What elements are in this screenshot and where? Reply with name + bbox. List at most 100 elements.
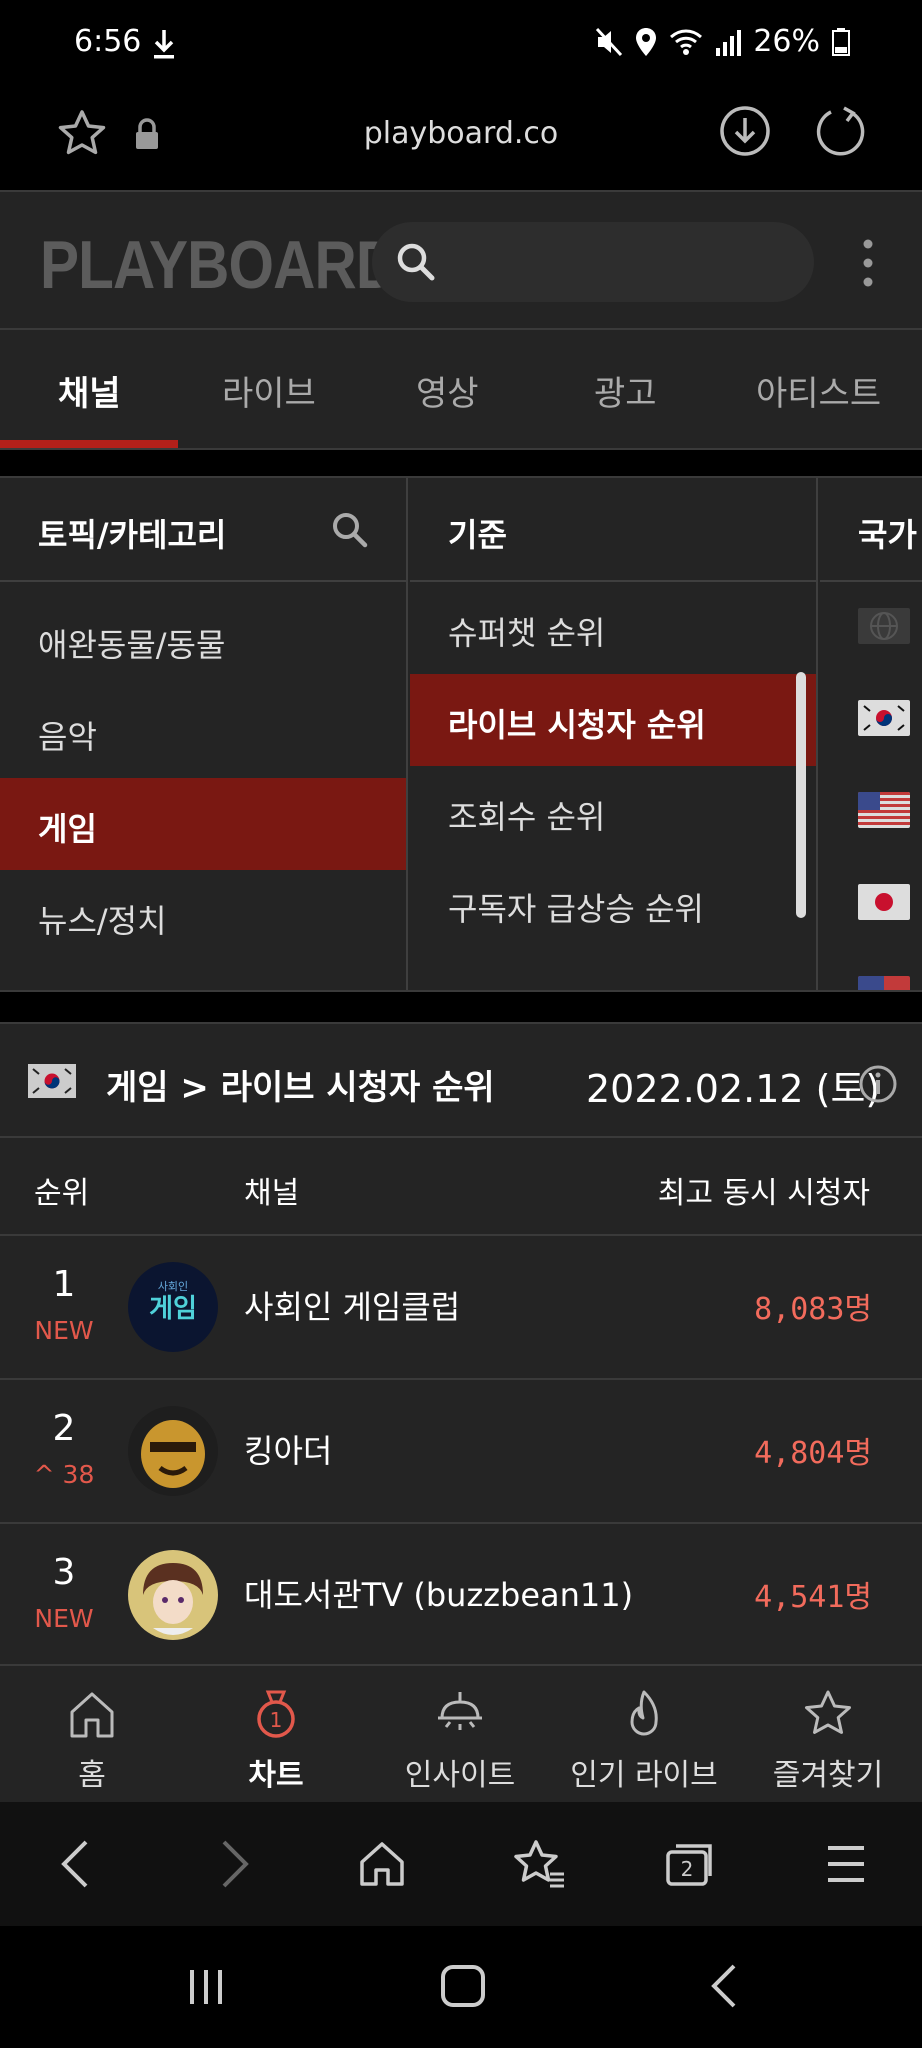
rank-number: 1 [52,1264,76,1305]
peak-viewers: 4,804명 [754,1436,872,1471]
country-header: 국가 [820,478,922,582]
svg-text:2: 2 [681,1857,694,1881]
tab-ads[interactable]: 광고 [594,366,657,415]
tab-artist[interactable]: 아티스트 [756,366,881,415]
channel-name[interactable]: 사회인 게임클럽 [244,1282,460,1328]
nav-chart[interactable]: 1 차트 [184,1666,368,1804]
site-header: PLAYBOARD [0,190,922,330]
nav-home[interactable]: 홈 [0,1666,184,1804]
rank-number: 3 [52,1552,76,1593]
avatar[interactable] [128,1406,218,1496]
table-row[interactable]: 2 ^ 38 킹아더 4,804명 [0,1380,922,1524]
signal-icon [716,29,742,56]
fire-icon [630,1690,658,1736]
basis-header: 기준 [410,478,816,582]
col-viewers: 최고 동시 시청자 [657,1176,870,1211]
nav-insight[interactable]: 인사이트 [368,1666,552,1804]
basis-item[interactable]: 구독자 급상승 순위 [410,858,816,950]
forward-icon[interactable] [214,1838,254,1890]
basis-header-label: 기준 [448,516,507,554]
system-back-icon[interactable] [706,1960,742,2012]
browser-home-icon[interactable] [356,1838,408,1890]
basis-item[interactable]: 조회수 순위 [410,766,816,858]
system-home-icon[interactable] [438,1960,488,2012]
svg-text:사회인: 사회인 [158,1280,188,1293]
topic-header-label: 토픽/카테고리 [38,516,227,554]
peak-viewers: 4,541명 [754,1580,872,1615]
col-channel: 채널 [244,1176,300,1211]
korea-flag-icon[interactable] [858,700,910,736]
active-tab-indicator [0,440,178,448]
filter-panel: 토픽/카테고리 애완동물/동물 음악 게임 뉴스/정치 기준 슈퍼챗 순위 라이… [0,476,922,992]
result-title-bar: 게임 > 라이브 시청자 순위 2022.02.12 (토) [0,1022,922,1138]
location-icon [636,27,657,56]
site-search-box[interactable] [372,222,814,302]
channel-name[interactable]: 대도서관TV (buzzbean11) [244,1570,633,1616]
table-row[interactable]: 1 NEW 게임 사회인 사회인 게임클럽 8,083명 [0,1236,922,1380]
lamp-icon [438,1692,482,1730]
basis-column: 기준 슈퍼챗 순위 라이브 시청자 순위 조회수 순위 구독자 급상승 순위 [410,478,818,990]
menu-icon[interactable] [824,1838,868,1890]
tab-live[interactable]: 라이브 [222,366,316,415]
topic-column: 토픽/카테고리 애완동물/동물 음악 게임 뉴스/정치 [0,478,408,990]
more-menu-icon[interactable] [856,238,880,288]
battery-icon [832,27,850,56]
download-status-icon [154,30,174,59]
rank-number: 2 [52,1408,76,1449]
basis-item[interactable]: 슈퍼챗 순위 [410,582,816,674]
svg-text:1: 1 [270,1708,283,1732]
tab-video[interactable]: 영상 [416,366,479,415]
tabs-icon[interactable]: 2 [664,1838,718,1890]
reload-icon[interactable] [814,104,868,158]
global-flag-icon[interactable] [858,608,910,644]
download-icon[interactable] [718,104,772,158]
nav-favorites[interactable]: 즐겨찾기 [736,1666,920,1804]
nav-popular-live[interactable]: 인기 라이브 [552,1666,736,1804]
col-rank: 순위 [34,1176,90,1211]
star-icon [805,1690,851,1734]
channel-name[interactable]: 킹아더 [244,1426,332,1472]
basis-scrollbar[interactable] [796,672,806,918]
wifi-icon [670,29,703,55]
avatar[interactable] [128,1550,218,1640]
battery-percent: 26% [753,24,820,59]
topic-item[interactable]: 애완동물/동물 [0,594,406,686]
country-column: 국가 [820,478,922,992]
topic-search-icon[interactable] [330,510,370,550]
svg-text:게임: 게임 [149,1294,197,1324]
rank-change: NEW [34,1604,94,1633]
home-icon [70,1692,114,1738]
playboard-logo[interactable]: PLAYBOARD [40,226,398,304]
tab-channel[interactable]: 채널 [58,366,121,415]
system-nav-bar [0,1926,922,2048]
japan-flag-icon[interactable] [858,884,910,920]
taiwan-flag-icon[interactable] [858,976,910,992]
medal-icon: 1 [257,1690,295,1738]
topic-item[interactable]: 음악 [0,686,406,778]
recent-apps-icon[interactable] [184,1960,228,2012]
topic-item-selected[interactable]: 게임 [0,778,406,870]
bottom-app-nav: 홈 1 차트 인사이트 인기 라이브 즐겨찾기 [0,1664,922,1802]
bookmarks-icon[interactable] [512,1838,568,1890]
korea-flag-icon [28,1064,76,1098]
peak-viewers: 8,083명 [754,1292,872,1327]
mute-icon [596,27,623,56]
back-icon[interactable] [56,1838,96,1890]
rank-change: ^ 38 [33,1460,95,1489]
info-icon[interactable] [858,1064,898,1104]
topic-item[interactable]: 뉴스/정치 [0,870,406,962]
avatar[interactable]: 게임 사회인 [128,1262,218,1352]
rank-change: NEW [34,1316,94,1345]
main-tabs: 채널 라이브 영상 광고 아티스트 [0,330,922,450]
url-text[interactable]: playboard.co [0,116,922,151]
basis-item-selected[interactable]: 라이브 시청자 순위 [410,674,816,766]
table-row[interactable]: 3 NEW 대도서관TV (buzzbean11) 4,541명 [0,1524,922,1664]
result-date[interactable]: 2022.02.12 (토) [586,1058,880,1113]
status-bar: 6:56 26% [0,0,922,88]
country-header-label: 국가 [858,516,917,554]
search-icon [397,243,435,281]
topic-header: 토픽/카테고리 [0,478,406,582]
usa-flag-icon[interactable] [858,792,910,828]
table-header: 순위 채널 최고 동시 시청자 [0,1138,922,1236]
result-title: 게임 > 라이브 시청자 순위 [106,1068,495,1108]
